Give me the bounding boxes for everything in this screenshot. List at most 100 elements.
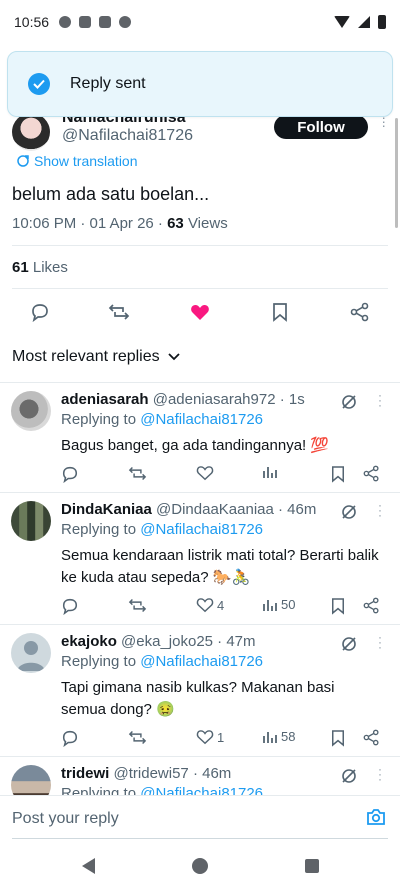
reply-action-row (61, 465, 391, 485)
reply-author-name[interactable]: ekajoko (61, 633, 117, 650)
recent-apps-icon[interactable] (305, 859, 319, 873)
reply-sent-toast[interactable]: Reply sent (7, 51, 393, 117)
check-icon (28, 73, 50, 95)
system-nav-bar (0, 842, 400, 889)
heart-icon (196, 598, 214, 613)
avatar[interactable] (11, 633, 51, 673)
sort-replies-dropdown[interactable]: Most relevant replies (12, 348, 180, 366)
retweet-icon[interactable] (128, 729, 147, 746)
notification-icon (59, 16, 72, 28)
likes-label: Likes (28, 259, 68, 276)
replying-to-handle[interactable]: @Nafilachai81726 (140, 411, 263, 428)
share-icon[interactable] (363, 597, 380, 614)
replying-to: Replying to @Nafilachai81726 (61, 785, 263, 795)
retweet-icon[interactable] (128, 465, 147, 482)
like-icon[interactable] (189, 301, 211, 323)
reply-composer: Post your reply (0, 795, 400, 841)
status-time: 10:56 (14, 14, 50, 30)
reply-icon[interactable] (61, 597, 79, 615)
wifi-icon (334, 16, 350, 28)
likes-summary[interactable]: 61 Likes (12, 259, 68, 276)
author-handle[interactable]: @Nafilachai81726 (62, 127, 193, 145)
reply-author-name[interactable]: adeniasarah (61, 391, 149, 408)
like-button[interactable] (196, 465, 217, 481)
tweet-timestamp: 10:06 PM · 01 Apr 26 · (12, 215, 168, 232)
translate-icon (17, 155, 29, 167)
replying-to-handle[interactable]: @Nafilachai81726 (140, 653, 263, 670)
divider (0, 624, 400, 625)
signal-icon (358, 16, 370, 28)
grok-icon[interactable] (340, 767, 358, 790)
avatar[interactable] (11, 765, 51, 795)
camera-icon[interactable] (366, 808, 386, 831)
views-button[interactable]: 50 (262, 597, 295, 612)
status-bar: 10:56 (0, 0, 400, 44)
reply-text: Bagus banget, ga ada tandingannya! 💯 (61, 437, 330, 454)
replying-to: Replying to @Nafilachai81726 (61, 411, 263, 428)
views-button[interactable] (262, 465, 281, 479)
like-button[interactable]: 4 (196, 597, 224, 613)
reply-handle-time: @tridewi57 · 46m (113, 765, 232, 782)
avatar[interactable] (11, 501, 51, 541)
home-icon[interactable] (192, 858, 208, 874)
replying-to-handle[interactable]: @Nafilachai81726 (140, 785, 263, 795)
avatar[interactable] (11, 391, 51, 431)
more-options-icon[interactable]: · · · (378, 765, 382, 785)
phone-icon (79, 16, 92, 28)
divider (0, 382, 400, 383)
replying-prefix: Replying to (61, 411, 141, 428)
tweet-text: belum ada satu boelan... (12, 184, 210, 204)
reply-author-name[interactable]: DindaKaniaa (61, 501, 152, 518)
reply-item[interactable]: tridewi @tridewi57 · 46m · · · Replying to… (0, 765, 400, 795)
views-count: 58 (281, 729, 296, 744)
bookmark-icon[interactable] (269, 301, 291, 323)
play-store-icon (99, 16, 112, 28)
grok-icon[interactable] (340, 635, 358, 658)
bookmark-icon[interactable] (331, 597, 345, 615)
grok-icon[interactable] (340, 393, 358, 416)
follow-button[interactable]: Follow (274, 115, 368, 139)
more-options-icon[interactable]: · · · (378, 389, 382, 411)
avatar[interactable] (12, 113, 50, 151)
sort-label: Most relevant replies (12, 348, 160, 365)
divider (12, 288, 388, 289)
bookmark-icon[interactable] (331, 465, 345, 483)
show-translation-label: Show translation (34, 153, 138, 169)
likes-count: 61 (12, 259, 29, 276)
reply-text: Tapi gimana nasib kulkas? Makanan basi s… (61, 679, 335, 718)
more-options-icon[interactable]: · · · (378, 499, 382, 521)
share-icon[interactable] (363, 465, 380, 482)
reply-icon[interactable] (61, 465, 79, 483)
tweet-action-row (0, 301, 400, 325)
show-translation-link[interactable]: Show translation (16, 153, 138, 169)
like-button[interactable]: 1 (196, 729, 224, 745)
reply-header: adeniasarah @adeniasarah972 · 1s (61, 391, 305, 408)
reply-author-name[interactable]: tridewi (61, 765, 109, 782)
grok-icon[interactable] (340, 503, 358, 526)
divider (0, 492, 400, 493)
reply-icon[interactable] (29, 301, 51, 323)
views-count: 63 (167, 215, 184, 232)
toast-text: Reply sent (70, 75, 146, 92)
tweet-meta: 10:06 PM · 01 Apr 26 · 63 Views (12, 215, 228, 232)
heart-icon (196, 730, 214, 745)
more-options-icon[interactable]: · · · (378, 631, 382, 653)
views-icon (263, 599, 277, 611)
composer-underline (12, 838, 388, 839)
share-icon[interactable] (349, 301, 371, 323)
back-icon[interactable] (82, 858, 95, 874)
share-icon[interactable] (363, 729, 380, 746)
reply-icon[interactable] (61, 729, 79, 747)
reply-input[interactable]: Post your reply (12, 810, 119, 828)
replying-to-handle[interactable]: @Nafilachai81726 (140, 521, 263, 538)
bookmark-icon[interactable] (331, 729, 345, 747)
like-count: 4 (217, 597, 225, 613)
replying-prefix: Replying to (61, 785, 141, 795)
views-button[interactable]: 58 (262, 729, 295, 744)
views-icon (263, 467, 277, 478)
retweet-icon[interactable] (128, 597, 147, 614)
divider (0, 756, 400, 757)
retweet-icon[interactable] (108, 301, 130, 323)
replying-prefix: Replying to (61, 653, 141, 670)
scrollbar[interactable] (395, 118, 398, 228)
